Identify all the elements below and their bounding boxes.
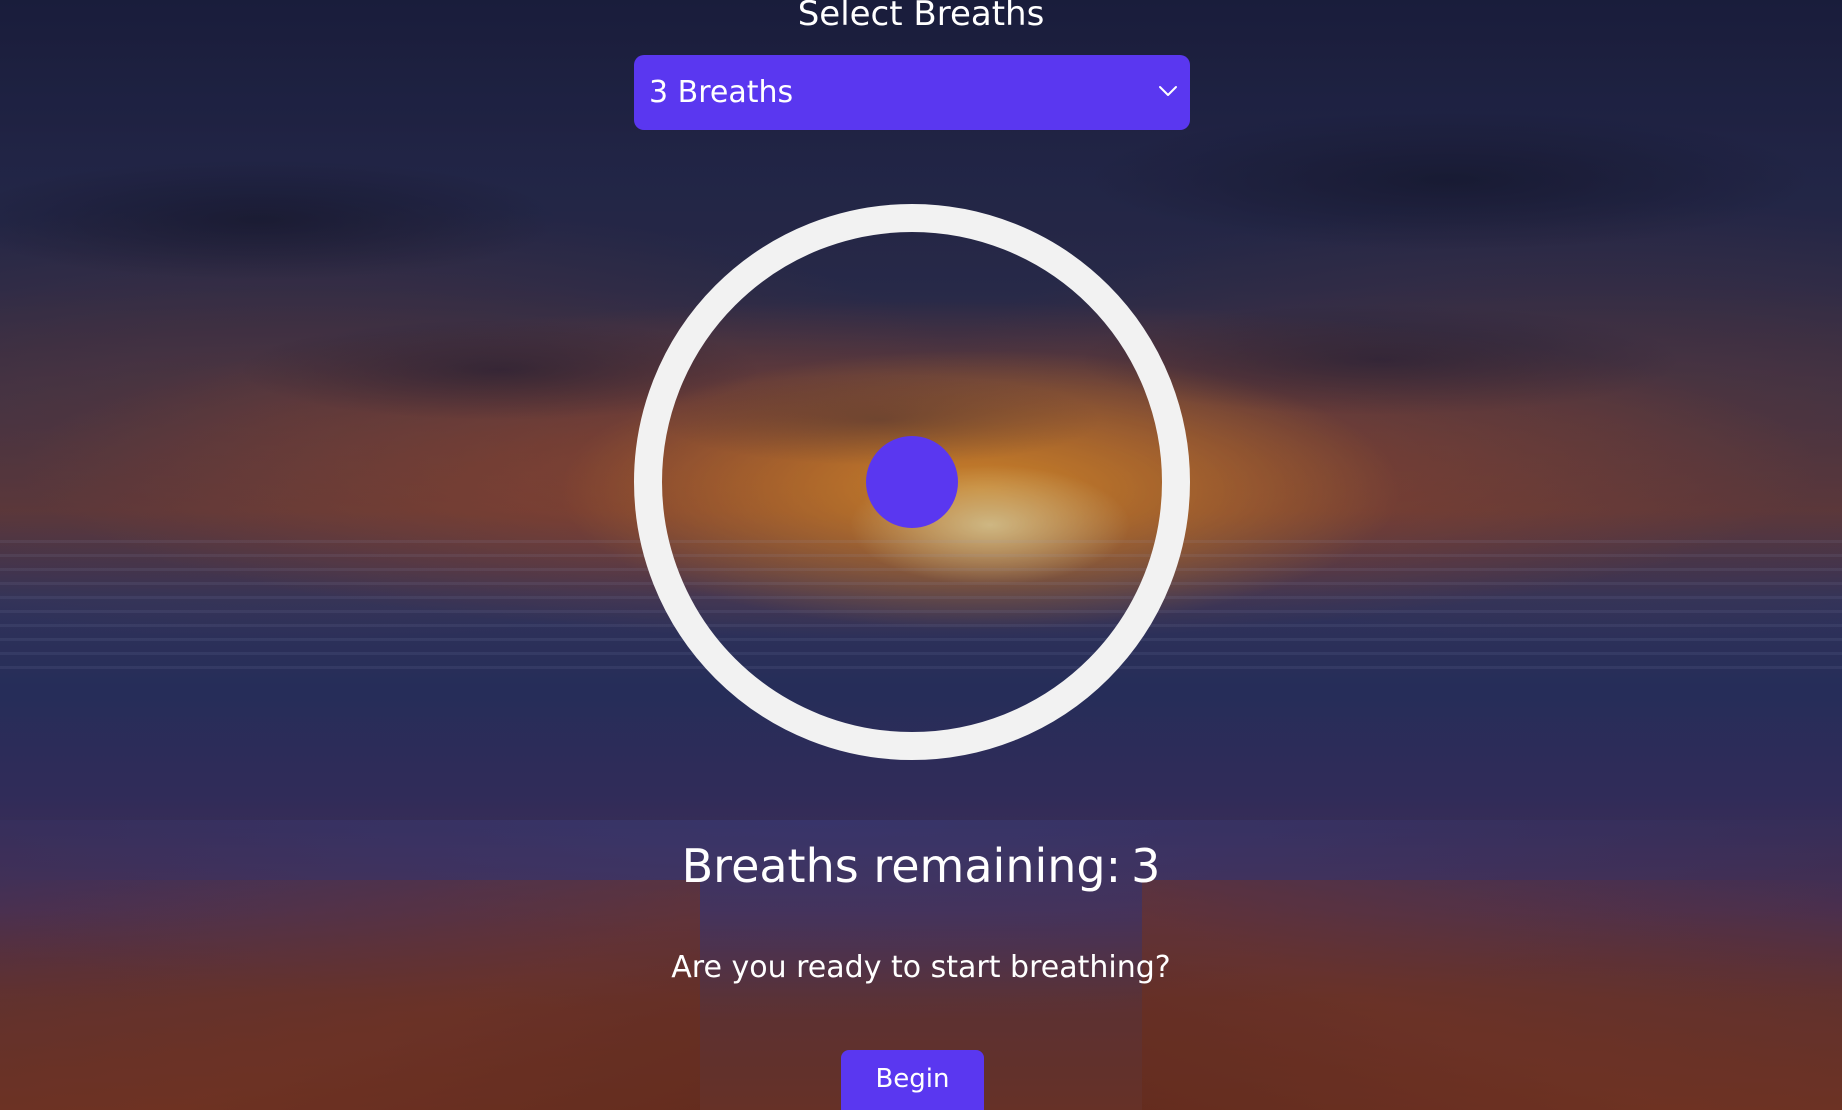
begin-button[interactable]: Begin <box>841 1050 984 1110</box>
select-breaths-heading: Select Breaths <box>797 0 1045 34</box>
breaths-remaining-count: 3 <box>1131 839 1161 893</box>
breath-count-select[interactable]: 3 Breaths <box>634 55 1190 130</box>
breathing-dot <box>866 436 958 528</box>
ready-prompt: Are you ready to start breathing? <box>671 950 1171 985</box>
breaths-remaining-label: Breaths remaining: <box>681 839 1122 893</box>
app-stage: Select Breaths 3 Breaths Breaths remaini… <box>0 0 1842 1110</box>
breaths-remaining: Breaths remaining: 3 <box>0 838 1842 894</box>
breath-count-selected-value: 3 Breaths <box>649 75 794 110</box>
chevron-down-icon <box>1159 86 1177 96</box>
